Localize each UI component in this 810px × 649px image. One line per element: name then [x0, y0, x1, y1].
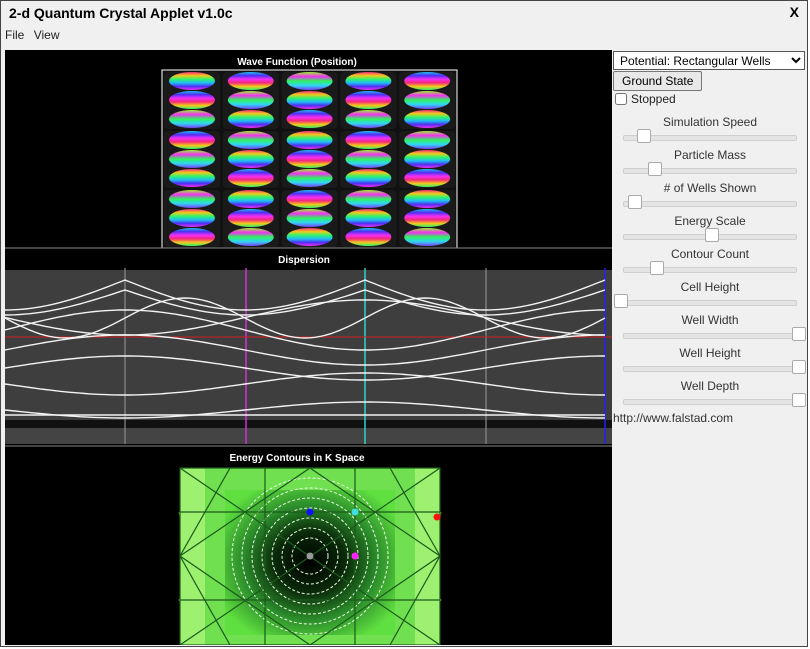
- wavefunction-lobe: [169, 110, 215, 128]
- wavefunction-lobe: [286, 169, 333, 187]
- wavefunction-lobe: [227, 209, 274, 227]
- wavefunction-lobe: [169, 91, 215, 109]
- slider-label: # of Wells Shown: [663, 181, 757, 195]
- kspace-point-blue: [306, 508, 314, 516]
- potential-select[interactable]: Potential: Rectangular Wells: [613, 51, 805, 70]
- wavefunction-lobe: [404, 169, 451, 187]
- slider-label: Energy Scale: [674, 214, 746, 228]
- stopped-checkbox[interactable]: [615, 93, 627, 105]
- wavefunction-lobe: [404, 131, 451, 149]
- wavefunction-lobe: [169, 190, 215, 208]
- wavefunction-lobe: [227, 131, 274, 149]
- wavefunction-lobe: [345, 228, 392, 246]
- wavefunction-lobe: [345, 150, 392, 168]
- wavefunction-lobe: [345, 209, 392, 227]
- slider-label: Particle Mass: [673, 148, 747, 162]
- wavefunction-lobe: [286, 110, 333, 128]
- ground-state-button[interactable]: Ground State: [613, 71, 703, 91]
- slider-label: Well Height: [679, 346, 741, 360]
- wavefunction-lobe: [404, 190, 451, 208]
- kspace-point-cyan: [351, 508, 359, 516]
- menu-bar: File View: [5, 28, 65, 44]
- wavefunction-lobe: [404, 91, 451, 109]
- stopped-label: Stopped: [631, 92, 676, 106]
- wavefunction-lobe: [227, 190, 274, 208]
- slider-thumb[interactable]: [649, 261, 664, 275]
- wavefunction-lobe: [286, 131, 333, 149]
- wavefunction-lobe: [345, 131, 392, 149]
- wavefunction-lobe: [227, 91, 274, 109]
- wavefunction-lobe: [404, 228, 451, 246]
- slider-track[interactable]: [623, 261, 797, 275]
- applet-window: 2-d Quantum Crystal Applet v1.0c X File …: [0, 0, 808, 647]
- dispersion-title: Dispersion: [278, 255, 330, 266]
- slider-label: Well Depth: [680, 379, 740, 393]
- wavefunction-lobe: [169, 150, 215, 168]
- kspace-point-magenta: [351, 552, 359, 560]
- wavefunction-lobe: [345, 169, 392, 187]
- wavefunction-lobe: [345, 72, 392, 90]
- kspace-plot: [178, 467, 442, 645]
- falstad-link[interactable]: http://www.falstad.com: [613, 411, 733, 425]
- wavefunction-lobe: [286, 91, 333, 109]
- slider-track[interactable]: [623, 360, 806, 374]
- title-bar: 2-d Quantum Crystal Applet v1.0c X: [1, 1, 807, 25]
- slider-label: Contour Count: [670, 247, 750, 261]
- slider-thumb[interactable]: [792, 327, 806, 341]
- wavefunction-lobe: [227, 110, 274, 128]
- slider-track[interactable]: [623, 162, 797, 176]
- slider-thumb[interactable]: [637, 129, 652, 143]
- slider-thumb[interactable]: [704, 228, 719, 242]
- wavefunction-lobe: [286, 228, 333, 246]
- slider-thumb[interactable]: [614, 294, 628, 308]
- kspace-point-gray: [306, 552, 314, 560]
- window-title: 2-d Quantum Crystal Applet v1.0c: [9, 5, 233, 21]
- slider-track[interactable]: [623, 327, 806, 341]
- wavefunction-lobe: [169, 228, 215, 246]
- wavefunction-cells: [164, 72, 456, 247]
- wavefunction-lobe: [286, 150, 333, 168]
- dispersion-lower-region: [5, 420, 612, 428]
- slider-thumb[interactable]: [647, 162, 662, 176]
- wavefunction-lobe: [169, 169, 215, 187]
- control-panel: Potential: Rectangular Wells Ground Stat…: [613, 50, 807, 645]
- wavefunction-lobe: [345, 91, 392, 109]
- wavefunction-lobe: [345, 190, 392, 208]
- slider-label: Simulation Speed: [662, 115, 758, 129]
- slider-thumb[interactable]: [792, 393, 806, 407]
- slider-track[interactable]: [623, 393, 806, 407]
- wavefunction-lobe: [169, 131, 215, 149]
- slider-thumb[interactable]: [628, 195, 643, 209]
- wavefunction-title: Wave Function (Position): [237, 57, 357, 68]
- wavefunction-lobe: [286, 190, 333, 208]
- menu-view[interactable]: View: [34, 28, 60, 42]
- wavefunction-lobe: [345, 110, 392, 128]
- wavefunction-lobe: [169, 209, 215, 227]
- slider-track[interactable]: [623, 195, 797, 209]
- wavefunction-lobe: [404, 150, 451, 168]
- contours-title: Energy Contours in K Space: [229, 453, 364, 464]
- simulation-canvas[interactable]: Wave Function (Position) Dispersion Ener…: [5, 50, 612, 645]
- slider-label: Cell Height: [680, 280, 740, 294]
- wavefunction-lobe: [227, 72, 274, 90]
- slider-track[interactable]: [623, 228, 797, 242]
- wavefunction-lobe: [286, 72, 333, 90]
- stopped-checkbox-row[interactable]: Stopped: [615, 92, 676, 106]
- slider-track[interactable]: [623, 129, 797, 143]
- wavefunction-lobe: [227, 169, 274, 187]
- dispersion-bottom-region: [5, 428, 612, 444]
- wavefunction-lobe: [404, 209, 451, 227]
- wavefunction-lobe: [169, 72, 215, 90]
- slider-thumb[interactable]: [792, 360, 806, 374]
- slider-track[interactable]: [614, 294, 797, 308]
- wavefunction-lobe: [286, 209, 333, 227]
- wavefunction-lobe: [227, 150, 274, 168]
- slider-label: Well Width: [681, 313, 739, 327]
- wavefunction-lobe: [227, 228, 274, 246]
- menu-file[interactable]: File: [5, 28, 24, 42]
- kspace-point-red: [433, 513, 441, 521]
- wavefunction-lobe: [404, 110, 451, 128]
- wavefunction-lobe: [404, 72, 451, 90]
- close-button[interactable]: X: [790, 4, 799, 20]
